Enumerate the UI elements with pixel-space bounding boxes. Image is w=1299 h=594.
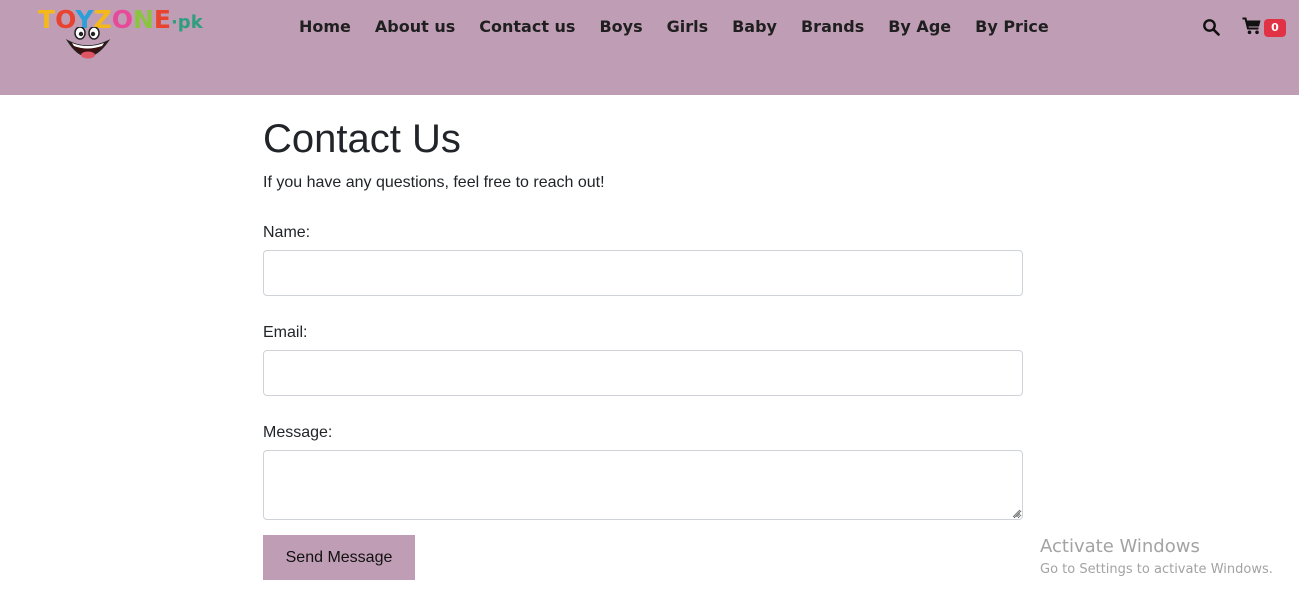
nav-baby[interactable]: Baby: [732, 16, 777, 38]
page-title: Contact Us: [263, 117, 461, 161]
logo-suffix: ·pk: [170, 12, 203, 33]
name-label: Name:: [263, 224, 311, 241]
nav-by-age[interactable]: By Age: [888, 16, 951, 38]
cart-icon[interactable]: [1242, 17, 1262, 35]
activate-windows-subtitle: Go to Settings to activate Windows.: [1040, 562, 1273, 577]
nav-home[interactable]: Home: [299, 16, 351, 38]
nav-boys[interactable]: Boys: [599, 16, 642, 38]
main-nav: Home About us Contact us Boys Girls Baby…: [287, 16, 1061, 38]
logo-letter: E: [153, 5, 171, 34]
nav-brands[interactable]: Brands: [801, 16, 864, 38]
message-field[interactable]: [263, 450, 1023, 520]
site-header: TOYZONE·pk Home About us Contact us Boys…: [0, 0, 1299, 95]
page-intro: If you have any questions, feel free to …: [263, 174, 605, 191]
search-icon[interactable]: [1202, 18, 1220, 36]
toyzone-logo[interactable]: TOYZONE·pk: [38, 3, 203, 65]
message-label: Message:: [263, 424, 333, 441]
name-field[interactable]: [263, 250, 1023, 296]
logo-letter: O: [111, 5, 133, 34]
nav-about-us[interactable]: About us: [375, 16, 455, 38]
nav-girls[interactable]: Girls: [667, 16, 709, 38]
logo-letter: N: [132, 5, 154, 34]
nav-contact-us[interactable]: Contact us: [479, 16, 575, 38]
logo-letter: T: [38, 5, 56, 34]
smiley-face-icon: [65, 27, 111, 59]
activate-windows-title: Activate Windows: [1040, 536, 1200, 557]
email-field[interactable]: [263, 350, 1023, 396]
nav-by-price[interactable]: By Price: [975, 16, 1049, 38]
cart-count-badge: 0: [1264, 19, 1286, 37]
send-message-button[interactable]: Send Message: [263, 535, 415, 580]
email-label: Email:: [263, 324, 308, 341]
